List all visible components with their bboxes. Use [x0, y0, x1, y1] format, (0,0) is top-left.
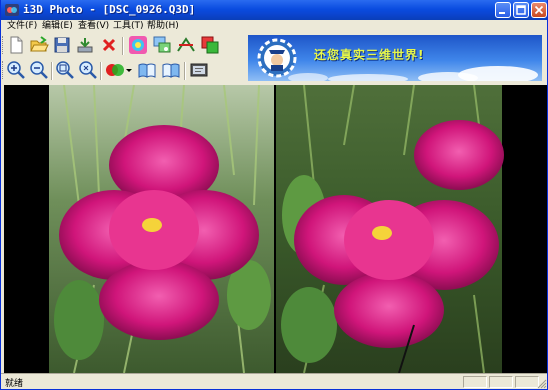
- save-icon: [54, 37, 70, 53]
- stereo-adjust-icon: [177, 37, 195, 52]
- layers-button[interactable]: [200, 35, 220, 55]
- book-left-icon: [138, 63, 156, 78]
- zoom-in-icon: [7, 61, 25, 79]
- book-right-button[interactable]: [161, 60, 181, 80]
- image-convert-button[interactable]: [152, 35, 172, 55]
- color-wheel-button[interactable]: [128, 35, 148, 55]
- slideshow-icon: [190, 63, 208, 77]
- image-convert-icon: [153, 36, 171, 53]
- anaglyph-button[interactable]: [105, 60, 125, 80]
- anaglyph-dropdown[interactable]: [125, 60, 133, 80]
- dropdown-arrow-icon: [126, 69, 132, 72]
- minimize-icon: [499, 12, 505, 14]
- layers-icon: [201, 36, 219, 54]
- resize-grip-icon[interactable]: [537, 379, 547, 389]
- left-photo: [49, 85, 274, 373]
- toolbar-separator: [184, 62, 186, 80]
- stereo-image-viewer[interactable]: [4, 85, 547, 373]
- main-toolbar: [1, 33, 247, 58]
- banner-slogan: 还您真实三维世界!: [314, 48, 425, 62]
- status-bar: 就绪: [1, 373, 547, 389]
- open-folder-icon: [30, 36, 49, 52]
- color-wheel-icon: [129, 36, 147, 54]
- menu-bar: 文件(F) 编辑(E) 查看(V) 工具(T) 帮助(H): [1, 20, 547, 33]
- zoom-in-button[interactable]: [6, 60, 26, 80]
- status-text: 就绪: [5, 379, 24, 389]
- delete-icon: [102, 38, 116, 52]
- toolbar-separator: [100, 62, 102, 80]
- export-button[interactable]: [75, 35, 95, 55]
- book-left-button[interactable]: [137, 60, 157, 80]
- close-icon: [534, 5, 544, 15]
- app-window: i3D Photo - [DSC_0926.Q3D] 文件(F) 编辑(E) 查…: [0, 0, 548, 390]
- maximize-button[interactable]: [513, 2, 529, 18]
- promo-banner[interactable]: 还您真实三维世界!: [248, 35, 542, 81]
- toolbar-separator: [51, 62, 53, 80]
- book-right-icon: [162, 63, 180, 78]
- toolbar-separator: [122, 37, 124, 55]
- title-bar[interactable]: i3D Photo - [DSC_0926.Q3D]: [1, 0, 547, 20]
- stereo-adjust-button[interactable]: [176, 35, 196, 55]
- menu-help[interactable]: 帮助(H): [147, 20, 179, 33]
- menu-file[interactable]: 文件(F): [7, 20, 37, 33]
- menu-tools[interactable]: 工具(T): [113, 20, 144, 33]
- save-button[interactable]: [52, 35, 72, 55]
- status-pane: [463, 376, 487, 388]
- zoom-actual-button[interactable]: [78, 60, 98, 80]
- close-button[interactable]: [531, 2, 547, 18]
- status-pane: [515, 376, 539, 388]
- view-toolbar: [1, 58, 247, 83]
- menu-edit[interactable]: 编辑(E): [42, 20, 73, 33]
- status-pane: [489, 376, 513, 388]
- gear-mascot-icon: [257, 38, 297, 78]
- anaglyph-icon: [106, 64, 124, 76]
- zoom-actual-icon: [79, 61, 97, 79]
- zoom-out-button[interactable]: [29, 60, 49, 80]
- stereo-photo: [49, 85, 504, 373]
- window-title: i3D Photo - [DSC_0926.Q3D]: [23, 3, 196, 16]
- open-folder-button[interactable]: [29, 35, 49, 55]
- app-icon: [5, 4, 19, 16]
- zoom-fit-icon: [56, 61, 74, 79]
- right-photo: [276, 85, 504, 373]
- delete-button[interactable]: [99, 35, 119, 55]
- new-file-icon: [10, 36, 23, 54]
- slideshow-button[interactable]: [189, 60, 209, 80]
- zoom-out-icon: [30, 61, 48, 79]
- menu-view[interactable]: 查看(V): [78, 20, 109, 33]
- new-file-button[interactable]: [6, 35, 26, 55]
- zoom-fit-button[interactable]: [55, 60, 75, 80]
- export-icon: [77, 38, 93, 53]
- maximize-icon: [516, 5, 526, 15]
- minimize-button[interactable]: [495, 2, 511, 18]
